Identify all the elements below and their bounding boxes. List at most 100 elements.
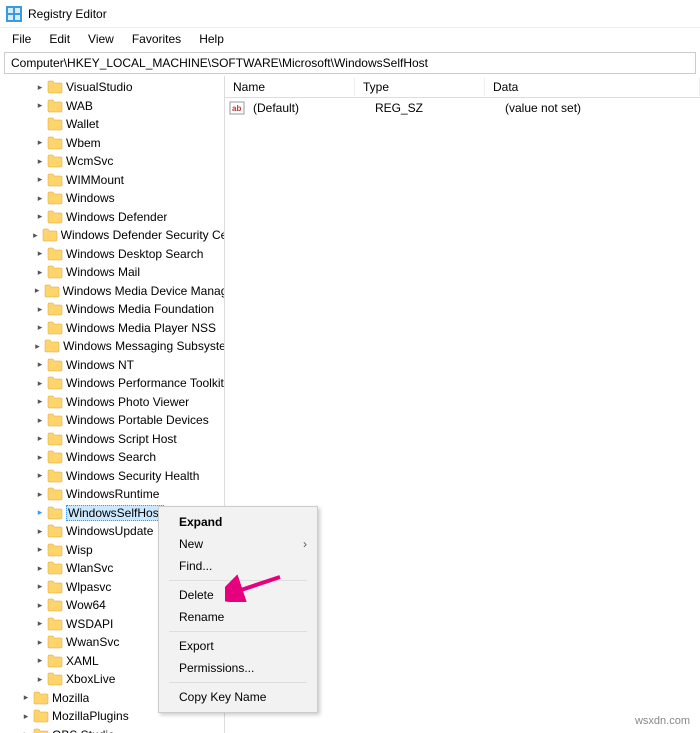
tree-item-label: WindowsRuntime	[66, 487, 159, 501]
tree-expander-icon[interactable]: ▸	[34, 192, 46, 204]
tree-item-label: OBS Studio	[52, 728, 115, 733]
tree-expander-icon[interactable]: ▸	[34, 507, 46, 519]
tree-expander-icon[interactable]: ▸	[34, 174, 46, 186]
tree-item-label: Windows Media Device Manager	[63, 284, 224, 298]
tree-item[interactable]: ▸ Windows Messaging Subsystem	[0, 337, 224, 356]
menu-file[interactable]: File	[4, 30, 39, 48]
tree-item-label: Windows Security Health	[66, 469, 199, 483]
tree-item[interactable]: ▸ Wbem	[0, 134, 224, 153]
tree-expander-icon[interactable]: ▸	[34, 636, 46, 648]
tree-expander-icon[interactable]: ▸	[34, 396, 46, 408]
tree-item-label: Windows Messaging Subsystem	[63, 339, 224, 353]
tree-expander-icon[interactable]: ▸	[34, 470, 46, 482]
cm-copy-key[interactable]: Copy Key Name	[161, 686, 315, 708]
tree-item-label: XboxLive	[66, 672, 115, 686]
tree-item[interactable]: ▸WcmSvc	[0, 152, 224, 171]
cm-rename[interactable]: Rename	[161, 606, 315, 628]
cm-expand[interactable]: Expand	[161, 511, 315, 533]
tree-item[interactable]: ▸Windows	[0, 189, 224, 208]
tree-expander-icon[interactable]: ▸	[34, 655, 46, 667]
tree-item[interactable]: ▸VisualStudio	[0, 78, 224, 97]
cm-permissions[interactable]: Permissions...	[161, 657, 315, 679]
tree-expander-icon[interactable]: ▸	[34, 673, 46, 685]
menu-view[interactable]: View	[80, 30, 122, 48]
tree-expander-icon[interactable]: ▸	[34, 525, 46, 537]
tree-expander-icon[interactable]: ▸	[34, 322, 46, 334]
watermark: wsxdn.com	[635, 715, 690, 727]
tree-expander-icon[interactable]: ▸	[34, 81, 46, 93]
menu-favorites[interactable]: Favorites	[124, 30, 189, 48]
tree-expander-icon[interactable]: ▸	[34, 544, 46, 556]
tree-item[interactable]: ▸Windows Search	[0, 448, 224, 467]
tree-expander-icon[interactable]: ▸	[34, 433, 46, 445]
tree-expander-icon[interactable]: ▸	[34, 377, 46, 389]
tree-item-label: WAB	[66, 99, 93, 113]
tree-expander-icon[interactable]: ▸	[30, 229, 40, 241]
tree-item[interactable]: ▸ Windows Photo Viewer	[0, 393, 224, 412]
tree-expander-icon[interactable]: ▸	[34, 451, 46, 463]
menu-edit[interactable]: Edit	[41, 30, 78, 48]
col-header-data[interactable]: Data	[485, 78, 700, 96]
tree-expander-icon[interactable]: ▸	[34, 137, 46, 149]
tree-expander-icon[interactable]: ▸	[34, 599, 46, 611]
tree-item[interactable]: Wallet	[0, 115, 224, 134]
tree-item[interactable]: ▸Windows Portable Devices	[0, 411, 224, 430]
tree-item-label: WindowsUpdate	[66, 524, 153, 538]
window-title: Registry Editor	[28, 7, 107, 21]
tree-expander-icon[interactable]: ▸	[34, 155, 46, 167]
tree-item-label: Windows Photo Viewer	[66, 395, 189, 409]
tree-expander-icon[interactable]: ▸	[34, 266, 46, 278]
cm-export[interactable]: Export	[161, 635, 315, 657]
tree-item-label: Windows Performance Toolkit	[66, 376, 224, 390]
tree-item[interactable]: ▸Windows Media Player NSS	[0, 319, 224, 338]
tree-expander-icon[interactable]: ▸	[34, 211, 46, 223]
tree-item[interactable]: ▸WIMMount	[0, 171, 224, 190]
tree-item[interactable]: ▸Windows Defender	[0, 208, 224, 227]
tree-item-label: Wbem	[66, 136, 101, 150]
tree-expander-icon[interactable]: ▸	[20, 692, 32, 704]
cm-find[interactable]: Find...	[161, 555, 315, 577]
tree-item-label: Wlpasvc	[66, 580, 111, 594]
tree-expander-icon[interactable]: ▸	[34, 303, 46, 315]
tree-item[interactable]: ▸Windows Defender Security Center	[0, 226, 224, 245]
tree-expander-icon[interactable]: ▸	[34, 100, 46, 112]
tree-item[interactable]: ▸ WindowsRuntime	[0, 485, 224, 504]
tree-item[interactable]: ▸Windows Script Host	[0, 430, 224, 449]
tree-item[interactable]: ▸ Windows Media Foundation	[0, 300, 224, 319]
app-icon	[6, 6, 22, 22]
svg-text:ab: ab	[232, 104, 241, 113]
address-bar[interactable]: Computer\HKEY_LOCAL_MACHINE\SOFTWARE\Mic…	[4, 52, 696, 74]
tree-item[interactable]: ▸Windows Mail	[0, 263, 224, 282]
titlebar: Registry Editor	[0, 0, 700, 28]
col-header-type[interactable]: Type	[355, 78, 485, 96]
value-row[interactable]: ab (Default) REG_SZ (value not set)	[225, 98, 700, 118]
tree-expander-icon[interactable]: ▸	[32, 285, 43, 297]
value-name: (Default)	[249, 101, 371, 115]
tree-item-label: Windows Desktop Search	[66, 247, 203, 261]
tree-expander-icon[interactable]: ▸	[34, 562, 46, 574]
cm-delete[interactable]: Delete	[161, 584, 315, 606]
tree-item[interactable]: ▸ Windows Desktop Search	[0, 245, 224, 264]
tree-item[interactable]: ▸ OBS Studio	[0, 726, 224, 733]
tree-expander-icon[interactable]: ▸	[34, 248, 46, 260]
cm-new[interactable]: New	[161, 533, 315, 555]
col-header-name[interactable]: Name	[225, 78, 355, 96]
tree-expander-icon[interactable]: ▸	[34, 414, 46, 426]
tree-item-label: Windows NT	[66, 358, 134, 372]
tree-item-label: Windows Media Foundation	[66, 302, 214, 316]
tree-item[interactable]: ▸ Windows NT	[0, 356, 224, 375]
tree-expander-icon[interactable]: ▸	[34, 618, 46, 630]
tree-expander-icon[interactable]: ▸	[20, 710, 32, 722]
tree-item[interactable]: ▸ WAB	[0, 97, 224, 116]
tree-item[interactable]: ▸ Windows Media Device Manager	[0, 282, 224, 301]
tree-item-label: MozillaPlugins	[52, 709, 129, 723]
tree-item[interactable]: ▸ Windows Security Health	[0, 467, 224, 486]
tree-expander-icon[interactable]: ▸	[32, 340, 43, 352]
tree-expander-icon[interactable]: ▸	[34, 581, 46, 593]
tree-item[interactable]: ▸ Windows Performance Toolkit	[0, 374, 224, 393]
tree-expander-icon[interactable]: ▸	[34, 488, 46, 500]
tree-expander-icon[interactable]: ▸	[20, 729, 32, 733]
tree-expander-icon[interactable]: ▸	[34, 359, 46, 371]
menu-help[interactable]: Help	[191, 30, 232, 48]
address-text: Computer\HKEY_LOCAL_MACHINE\SOFTWARE\Mic…	[11, 56, 428, 70]
